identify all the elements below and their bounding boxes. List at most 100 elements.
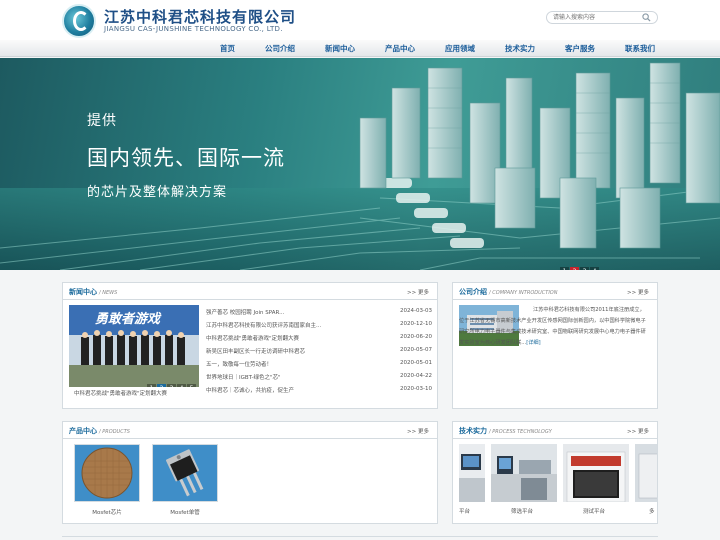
news-page-1[interactable]: 1 (147, 384, 156, 387)
news-item-title[interactable]: 五一，致敬每一位劳动者！ (206, 360, 272, 368)
list-item[interactable]: 中科君芯｜芯诚心，共抗疫，促生产 2020-03-10 (206, 386, 432, 398)
search-icon[interactable] (642, 13, 651, 22)
search-input[interactable] (553, 12, 639, 23)
news-item-title[interactable]: 世界地球日｜IGBT-绿色之"芯" (206, 373, 281, 381)
product-image[interactable] (152, 444, 218, 502)
company-panel-title[interactable]: 公司介绍 / COMPANY INTRODUCTION (459, 287, 557, 297)
slide-dot-2[interactable]: 2 (570, 267, 579, 270)
list-item[interactable]: 江苏中科君芯科技有限公司获评苏南国家自主... 2020-12-10 (206, 321, 432, 333)
mosfet-single-transistor-image (153, 445, 217, 501)
search-box (546, 11, 658, 24)
news-title-text: 新闻中心 (69, 288, 97, 296)
company-intro-body: 江苏中科君芯科技有限公司2011年底注册成立，位于江苏省无锡市高新技术产业开发区… (459, 307, 646, 346)
tech-image[interactable] (635, 444, 657, 502)
slide-dot-1[interactable]: 1 (560, 267, 569, 270)
news-item-date: 2020-12-10 (400, 321, 432, 327)
mosfet-wafer-image (75, 445, 139, 501)
news-item-date: 2024-03-03 (400, 308, 432, 314)
news-page-5[interactable]: 5 (187, 384, 196, 387)
tech-image[interactable] (563, 444, 629, 502)
tech-label[interactable]: 测试平台 (583, 507, 605, 515)
news-item-date: 2020-06-20 (400, 334, 432, 340)
slide-dot-4[interactable]: 4 (590, 267, 599, 270)
news-photo-caption[interactable]: 中科君芯挑战"勇敢者游戏"定划翻大赛 (74, 389, 167, 397)
tech-panel: 技术实力 / PROCESS TECHNOLOGY >> 更多 平台 筛选平台 … (452, 421, 658, 524)
product-image[interactable] (74, 444, 140, 502)
nav-item-home[interactable]: 首页 (220, 43, 235, 54)
header: 江苏中科君芯科技有限公司 JIANGSU CAS-JUNSHINE TECHNO… (0, 0, 720, 40)
tech-panel-header: 技术实力 / PROCESS TECHNOLOGY >> 更多 (453, 422, 657, 439)
company-logo-icon[interactable] (62, 4, 96, 38)
testing-platform-image (563, 444, 629, 502)
products-panel-header: 产品中心 / PRODUCTS >> 更多 (63, 422, 437, 439)
tech-image[interactable] (491, 444, 557, 502)
company-intro-text: 江苏中科君芯科技有限公司2011年底注册成立，位于江苏省无锡市高新技术产业开发区… (459, 305, 649, 349)
products-panel-title[interactable]: 产品中心 / PRODUCTS (69, 426, 130, 436)
news-page-4[interactable]: 4 (177, 384, 186, 387)
products-panel: 产品中心 / PRODUCTS >> 更多 Mosfet芯片 Mosfet单管 (62, 421, 438, 524)
news-item-title[interactable]: 强产善芯 校园招聘 Join SPAR... (206, 308, 284, 316)
news-photo-banner-text: 勇敢者游戏 (95, 312, 161, 327)
news-subtitle: / NEWS (99, 290, 118, 296)
product-card[interactable]: Mosfet单管 (152, 444, 218, 516)
nav-item-technology[interactable]: 技术实力 (505, 43, 535, 54)
product-label[interactable]: Mosfet芯片 (74, 508, 140, 516)
list-item[interactable]: 强产善芯 校园招聘 Join SPAR... 2024-03-03 (206, 308, 432, 320)
company-subtitle: / COMPANY INTRODUCTION (489, 290, 558, 296)
list-item[interactable]: 世界地球日｜IGBT-绿色之"芯" 2020-04-22 (206, 373, 432, 385)
company-more-link[interactable]: >> 更多 (627, 288, 649, 296)
news-panel-title[interactable]: 新闻中心 / NEWS (69, 287, 117, 297)
list-item[interactable]: 新吴区田丰副区长一行走访调研中科君芯 2020-05-07 (206, 347, 432, 359)
main-nav: 首页 公司介绍 新闻中心 产品中心 应用领域 技术实力 客户服务 联系我们 (0, 40, 720, 57)
tech-image[interactable] (459, 444, 485, 502)
banner-slide-dots: 1234 (560, 258, 600, 270)
nav-item-products[interactable]: 产品中心 (385, 43, 415, 54)
news-item-title[interactable]: 中科君芯｜芯诚心，共抗疫，促生产 (206, 386, 294, 394)
products-title-text: 产品中心 (69, 427, 97, 435)
products-more-link[interactable]: >> 更多 (407, 427, 429, 435)
list-item[interactable]: 中科君芯挑战"勇敢者游戏"定划翻大赛 2020-06-20 (206, 334, 432, 346)
company-name-en: JIANGSU CAS-JUNSHINE TECHNOLOGY CO., LTD… (104, 25, 283, 33)
hero-banner[interactable]: 提供 国内领先、国际一流 的芯片及整体解决方案 1234 (0, 58, 720, 270)
product-label[interactable]: Mosfet单管 (152, 508, 218, 516)
tech-platform-4-image (635, 444, 657, 502)
news-item-date: 2020-05-01 (400, 360, 432, 366)
company-title-text: 公司介绍 (459, 288, 487, 296)
company-panel-header: 公司介绍 / COMPANY INTRODUCTION >> 更多 (453, 283, 657, 300)
page: 江苏中科君芯科技有限公司 JIANGSU CAS-JUNSHINE TECHNO… (0, 0, 720, 540)
news-more-link[interactable]: >> 更多 (407, 288, 429, 296)
tech-label[interactable]: 筛选平台 (511, 507, 533, 515)
tech-panel-title[interactable]: 技术实力 / PROCESS TECHNOLOGY (459, 426, 552, 436)
company-name-cn[interactable]: 江苏中科君芯科技有限公司 (104, 6, 296, 27)
news-panel-header: 新闻中心 / NEWS >> 更多 (63, 283, 437, 300)
product-card[interactable]: Mosfet芯片 (74, 444, 140, 516)
screening-platform-image (491, 444, 557, 502)
banner-headline: 国内领先、国际一流 (87, 146, 285, 170)
tech-platform-1-image (459, 444, 485, 502)
list-item[interactable]: 五一，致敬每一位劳动者！ 2020-05-01 (206, 360, 432, 372)
nav-item-news[interactable]: 新闻中心 (325, 43, 355, 54)
news-item-date: 2020-03-10 (400, 386, 432, 392)
nav-item-service[interactable]: 客户服务 (565, 43, 595, 54)
nav-item-contact[interactable]: 联系我们 (625, 43, 655, 54)
tech-label[interactable]: 多 (649, 507, 655, 515)
news-page-2[interactable]: 2 (157, 384, 166, 387)
tech-more-link[interactable]: >> 更多 (627, 427, 649, 435)
tech-title-text: 技术实力 (459, 427, 487, 435)
products-subtitle: / PRODUCTS (99, 429, 130, 435)
company-panel: 公司介绍 / COMPANY INTRODUCTION >> 更多 江苏中科君芯科… (452, 282, 658, 409)
news-item-title[interactable]: 中科君芯挑战"勇敢者游戏"定划翻大赛 (206, 334, 299, 342)
company-detail-link[interactable]: [详细] (526, 340, 540, 346)
tech-label[interactable]: 平台 (459, 507, 470, 515)
footer-divider (62, 536, 658, 540)
news-item-date: 2020-04-22 (400, 373, 432, 379)
news-item-title[interactable]: 江苏中科君芯科技有限公司获评苏南国家自主... (206, 321, 321, 329)
slide-dot-3[interactable]: 3 (580, 267, 589, 270)
news-photo-pager: 12345 (147, 375, 197, 387)
nav-item-about[interactable]: 公司介绍 (265, 43, 295, 54)
news-panel: 新闻中心 / NEWS >> 更多 勇敢者游戏 中科君芯挑战"勇敢者游戏"定划翻… (62, 282, 438, 409)
news-photo[interactable]: 勇敢者游戏 12345 (69, 305, 199, 387)
news-page-3[interactable]: 3 (167, 384, 176, 387)
news-item-title[interactable]: 新吴区田丰副区长一行走访调研中科君芯 (206, 347, 305, 355)
nav-item-applications[interactable]: 应用领域 (445, 43, 475, 54)
